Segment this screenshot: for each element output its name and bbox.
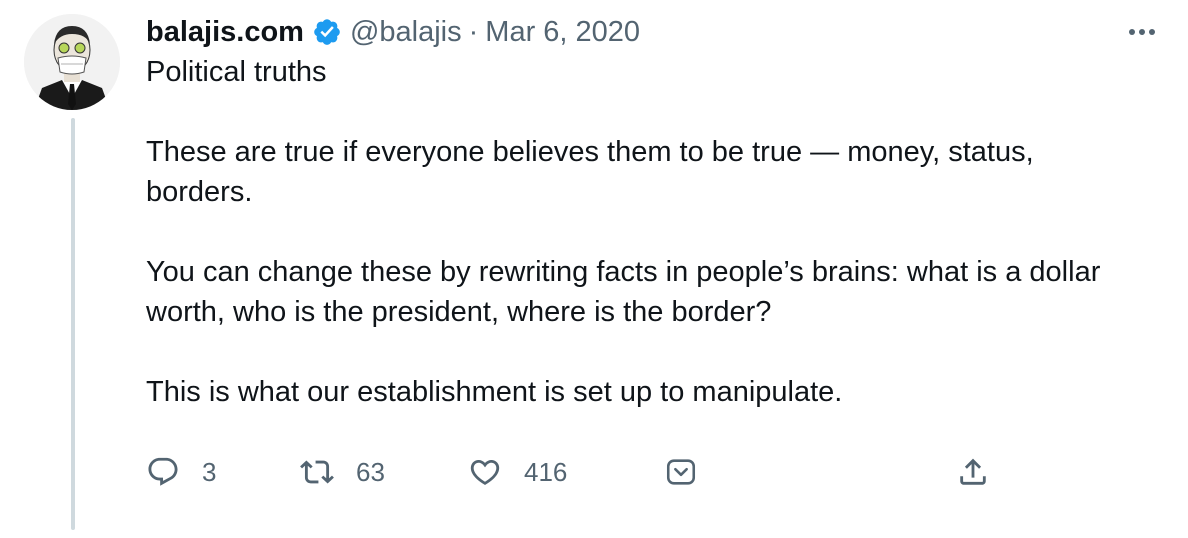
- tweet-content: balajis.com @balajis · Mar 6, 2020 Polit…: [146, 12, 1106, 412]
- avatar[interactable]: [24, 14, 120, 110]
- header-separator: ·: [468, 15, 479, 48]
- more-horizontal-icon: [1129, 29, 1135, 35]
- share-button[interactable]: [956, 452, 990, 492]
- tweet-text: Political truths These are true if every…: [146, 52, 1106, 412]
- action-bar: 3 63 416: [146, 452, 1046, 492]
- tweet-date[interactable]: Mar 6, 2020: [485, 16, 640, 49]
- reply-button[interactable]: 3: [146, 452, 216, 492]
- avatar-column: [24, 14, 124, 110]
- handle[interactable]: @balajis: [350, 16, 462, 49]
- reply-count: 3: [202, 456, 217, 487]
- tweet-paragraph: You can change these by rewriting facts …: [146, 256, 1101, 328]
- like-button[interactable]: 416: [468, 452, 567, 492]
- tweet-paragraph: Political truths: [146, 56, 327, 88]
- heart-icon: [470, 459, 500, 485]
- reply-icon: [148, 457, 178, 486]
- avatar-illustration: [24, 14, 120, 110]
- retweet-count: 63: [356, 456, 385, 487]
- tip-button[interactable]: [664, 452, 698, 492]
- tweet-paragraph: These are true if everyone believes them…: [146, 136, 1034, 208]
- retweet-button[interactable]: 63: [300, 452, 385, 492]
- share-icon: [960, 458, 986, 485]
- tweet-header: balajis.com @balajis · Mar 6, 2020: [146, 12, 1106, 52]
- like-count: 416: [524, 456, 568, 487]
- tweet[interactable]: balajis.com @balajis · Mar 6, 2020 Polit…: [0, 0, 1188, 538]
- thread-line: [71, 118, 75, 530]
- verified-badge-icon: [312, 17, 342, 47]
- display-name[interactable]: balajis.com: [146, 16, 304, 49]
- more-options-button[interactable]: [1122, 22, 1162, 42]
- tip-jar-icon: [666, 459, 696, 485]
- retweet-icon: [300, 460, 334, 484]
- tweet-paragraph: This is what our establishment is set up…: [146, 376, 843, 408]
